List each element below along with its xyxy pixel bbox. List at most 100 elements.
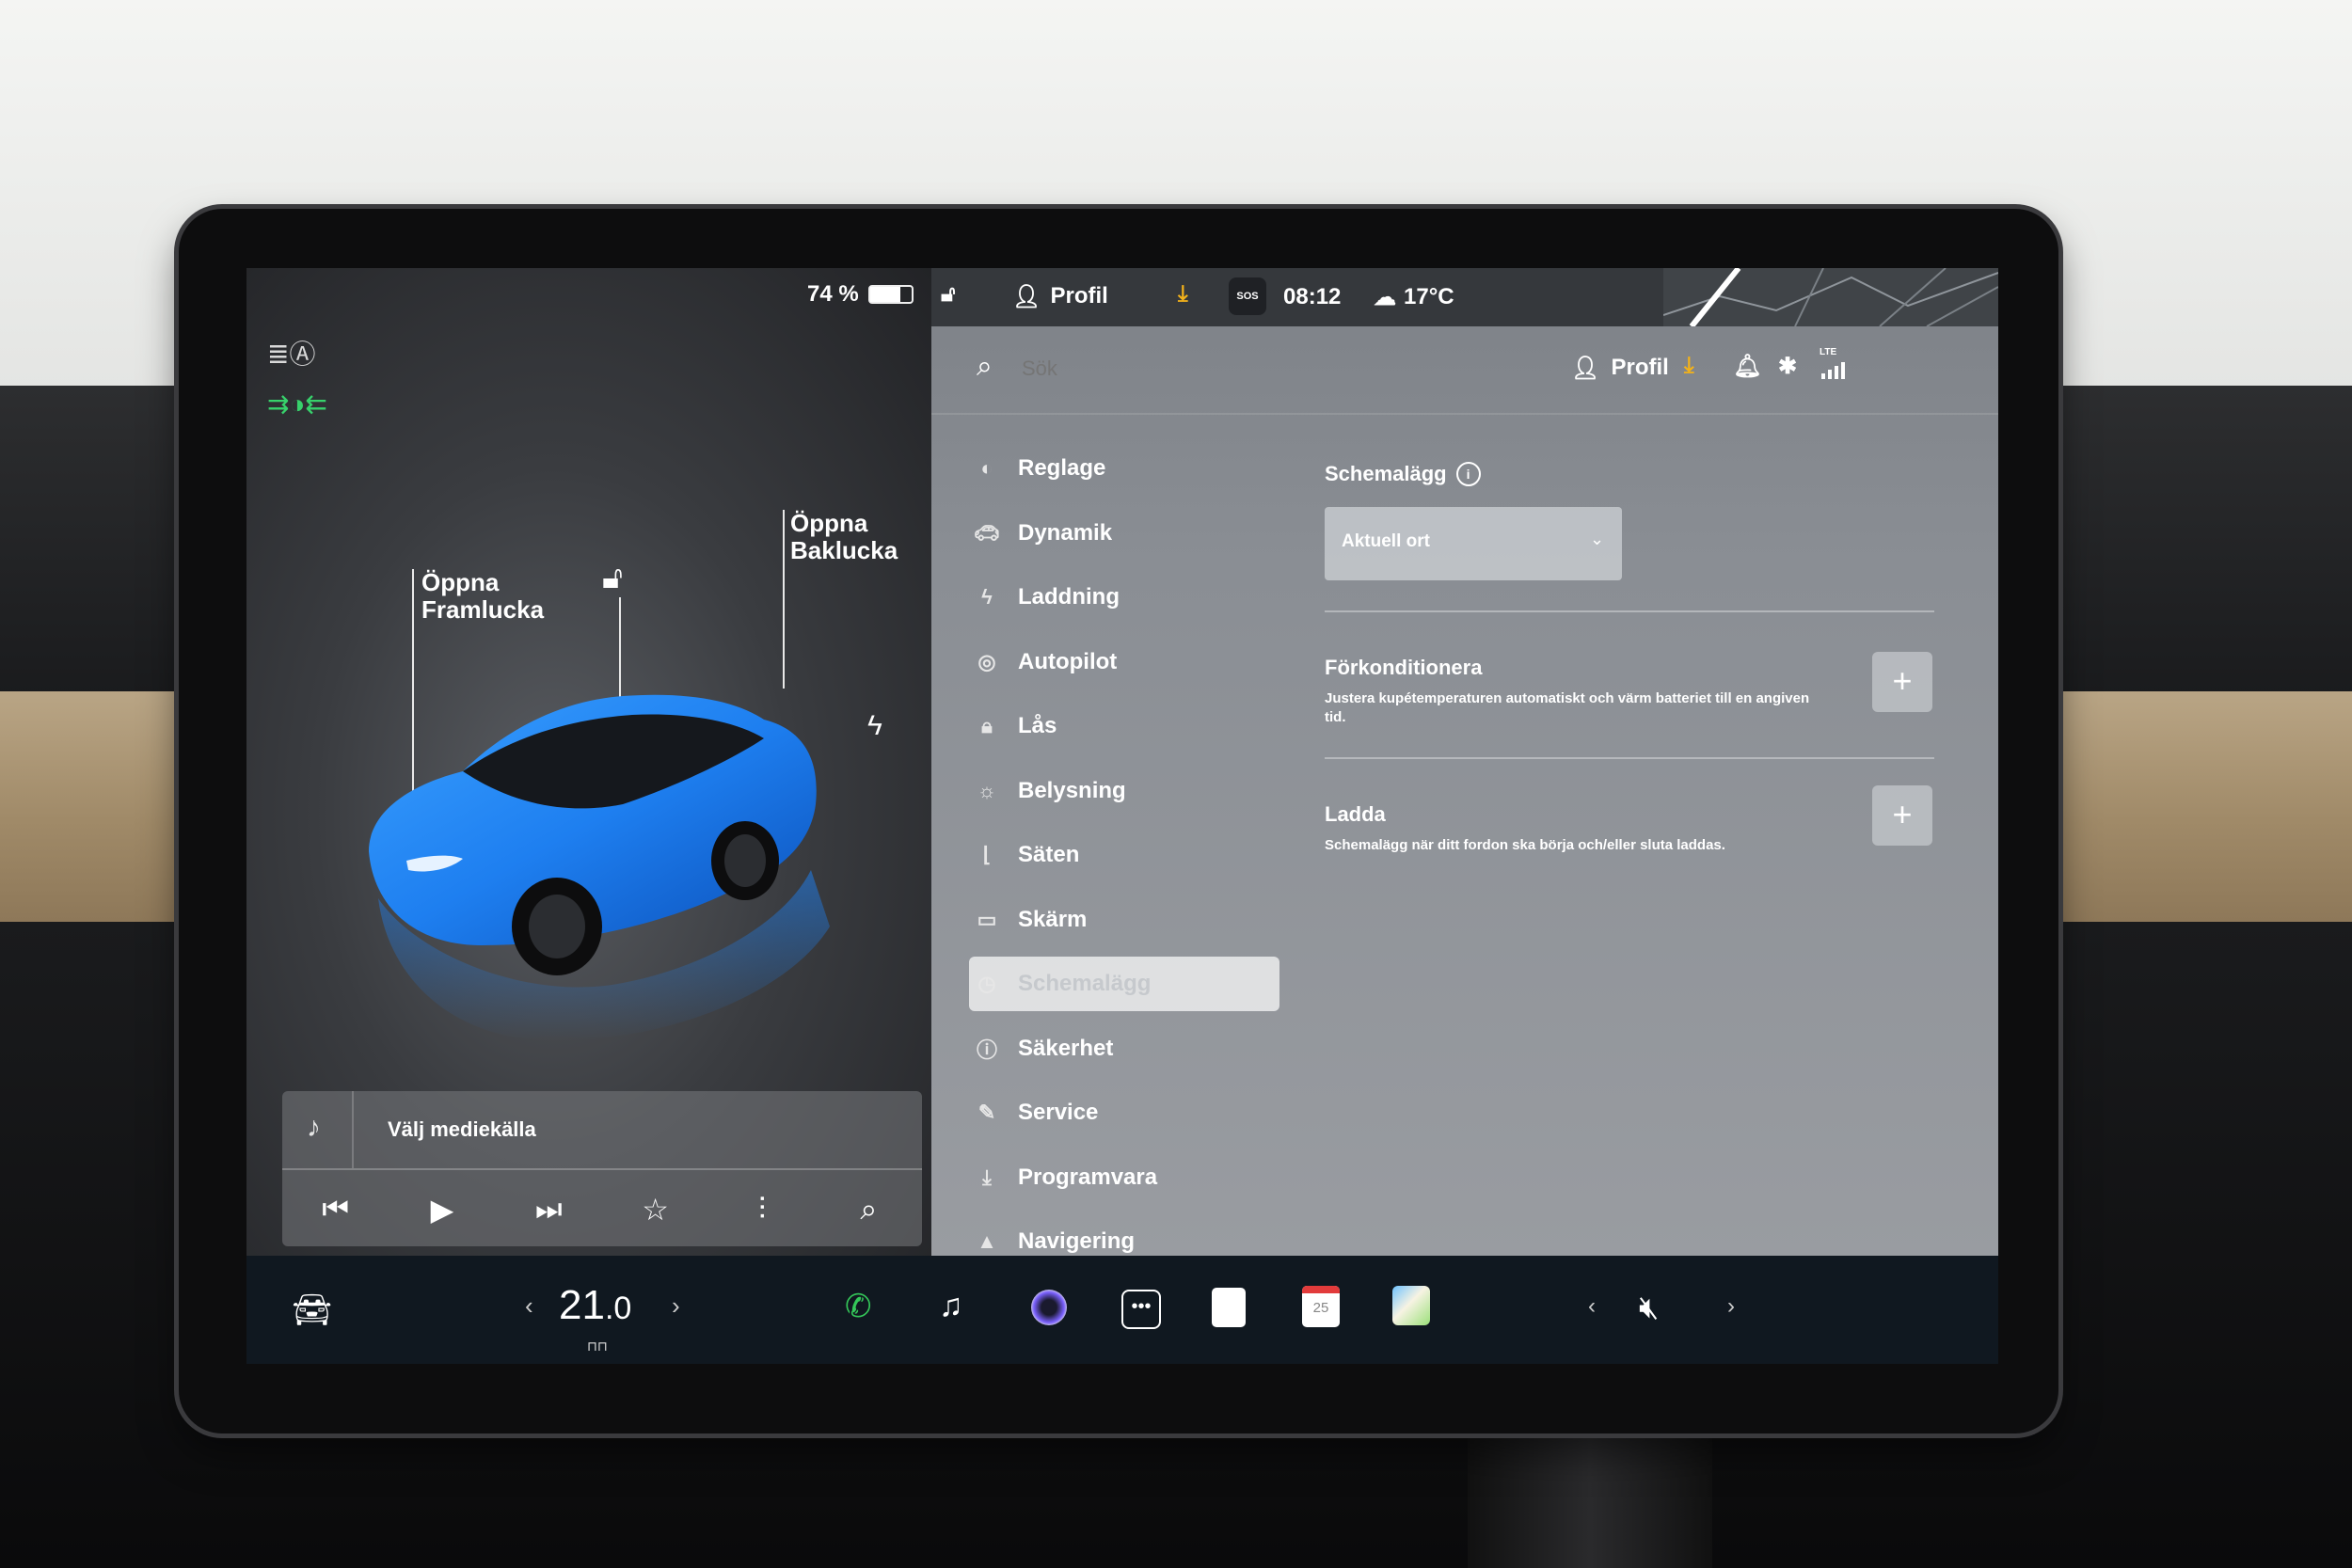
calendar-icon[interactable]: 25 [1302, 1286, 1340, 1327]
menu-item-2[interactable]: 🚗︎ Dynamik [969, 506, 1279, 561]
add-charge-schedule-button[interactable]: + [1872, 785, 1932, 846]
display-icon: ▭ [977, 907, 997, 931]
volume-down-button[interactable]: ‹ [1588, 1293, 1596, 1320]
climate-temp-integer: 21 [559, 1282, 605, 1328]
previous-icon[interactable]: ⏮︎ [308, 1192, 364, 1227]
trunk-callout-line1: Öppna [790, 509, 868, 537]
cloud-icon: ☁ [1374, 285, 1396, 310]
add-precondition-button[interactable]: + [1872, 652, 1932, 712]
precondition-title: Förkonditionera [1325, 656, 1483, 679]
search-magnifier-icon: ⌕ [977, 351, 993, 382]
menu-item-5[interactable]: 🔒︎ Lås [969, 699, 1279, 753]
sun-icon: ☼ [977, 778, 997, 802]
location-dropdown-value: Aktuell ort [1342, 531, 1430, 551]
location-dropdown[interactable]: Aktuell ort ⌄ [1325, 507, 1622, 580]
person-icon: 👤︎ [1012, 284, 1041, 309]
frunk-callout[interactable]: Öppna Framlucka [421, 569, 544, 624]
battery-fill [869, 287, 901, 302]
menu-item-7[interactable]: ⌊ Säten [969, 828, 1279, 882]
next-icon[interactable]: ⏭︎ [520, 1192, 577, 1227]
clock-icon: ◷ [977, 972, 996, 995]
phone-icon[interactable]: ✆ [845, 1288, 872, 1325]
frunk-callout-line1: Öppna [421, 568, 500, 596]
menu-item-4[interactable]: ◎ Autopilot [969, 635, 1279, 689]
media-source-row[interactable]: ♪ Välj mediekälla [282, 1091, 922, 1170]
camera-icon[interactable] [1031, 1290, 1067, 1325]
unlock-icon[interactable]: 🔓︎ [602, 560, 623, 596]
toggle-icon: ◐ [980, 456, 993, 480]
calendar-day: 25 [1312, 1300, 1329, 1316]
info-icon[interactable]: i [1455, 462, 1481, 486]
media-controls: ⏮︎ ▶ ⏭︎ ☆ ⫶ ⌕ [282, 1183, 922, 1235]
status-profile[interactable]: 👤︎ Profil [1012, 283, 1108, 310]
favorite-icon[interactable]: ☆ [628, 1192, 684, 1227]
menu-item-label: Skärm [1018, 906, 1088, 932]
temp-down-button[interactable]: ‹ [525, 1291, 533, 1321]
climate-temperature[interactable]: 21.0 [559, 1282, 631, 1329]
volume-up-button[interactable]: › [1727, 1293, 1735, 1320]
vehicle-pane: ≣Ⓐ ⇉◑⇇ 74 % Öppna Framlucka Öppna Bakluc… [246, 268, 931, 1256]
lock-icon: 🔒︎ [981, 714, 993, 737]
precondition-description: Justera kupétemperaturen automatiskt och… [1325, 690, 1810, 725]
seat-heater-icon[interactable]: ⊓⊓ [587, 1338, 608, 1354]
headlight-auto-icon[interactable]: ≣Ⓐ [267, 334, 315, 372]
trunk-callout[interactable]: Öppna Baklucka [790, 510, 898, 564]
menu-item-label: Autopilot [1018, 648, 1118, 674]
car-front-rim [529, 895, 585, 958]
menu-item-8[interactable]: ▭ Skärm [969, 893, 1279, 947]
bottom-bar: 🚘︎ ‹ 21.0 ⊓⊓ › ✆ ♫ ••• 25 ‹ 🔇︎ › [246, 1256, 1998, 1364]
climate-temp-decimal: .0 [604, 1291, 632, 1326]
bluetooth-icon[interactable]: ✱ [1778, 353, 1797, 380]
signal-icon [1821, 362, 1845, 379]
download-icon[interactable]: ⤓ [1684, 353, 1694, 379]
download-icon[interactable]: ⤓ [1178, 281, 1188, 308]
equalizer-icon[interactable]: ⫶ [734, 1192, 790, 1227]
music-icon[interactable]: ♫ [939, 1288, 963, 1324]
map-roads [1663, 268, 1998, 326]
temp-up-button[interactable]: › [672, 1291, 680, 1321]
charge-title: Ladda [1325, 802, 1386, 826]
play-icon[interactable]: ▶ [414, 1192, 470, 1227]
map-thumbnail[interactable] [1663, 268, 1998, 326]
mute-icon[interactable]: 🔇︎ [1639, 1290, 1659, 1326]
menu-item-6[interactable]: ☼ Belysning [969, 764, 1279, 818]
menu-item-label: Säten [1018, 842, 1080, 867]
search-profile[interactable]: 👤︎ Profil [1571, 355, 1669, 382]
settings-search-input[interactable] [1020, 349, 1306, 388]
menu-item-10[interactable]: ⓘ Säkerhet [969, 1022, 1279, 1076]
menu-item-11[interactable]: ✎ Service [969, 1085, 1279, 1140]
charge-port-icon[interactable]: ϟ [867, 710, 882, 742]
schedule-header: Schemalägg i [1325, 462, 1481, 486]
lock-status-icon[interactable]: 🔓︎ [941, 281, 956, 308]
wrench-icon: ✎ [977, 1101, 996, 1124]
menu-item-label: Säkerhet [1018, 1035, 1114, 1061]
menu-item-12[interactable]: ⤓ Programvara [969, 1150, 1279, 1205]
more-apps-icon[interactable]: ••• [1121, 1290, 1161, 1329]
toybox-icon[interactable] [1392, 1286, 1430, 1325]
navigation-icon: ▲ [977, 1229, 997, 1253]
outside-temperature-value: 17°C [1404, 284, 1454, 309]
calendar-header [1302, 1286, 1340, 1293]
notepad-icon[interactable] [1212, 1288, 1246, 1327]
music-note-icon: ♪ [307, 1112, 321, 1143]
status-bar: 🔓︎ 👤︎ Profil ⤓ SOS 08:12 ☁ 17°C [931, 268, 1998, 326]
menu-item-9[interactable]: ◷ Schemalägg [969, 957, 1279, 1011]
menu-item-label: Navigering [1018, 1228, 1136, 1254]
search-icon[interactable]: ⌕ [840, 1192, 897, 1227]
bolt-icon: ϟ [981, 585, 993, 609]
car-illustration [369, 694, 830, 1041]
frunk-callout-line2: Framlucka [421, 595, 545, 624]
media-divider [352, 1091, 354, 1168]
menu-item-3[interactable]: ϟ Laddning [969, 570, 1279, 625]
menu-item-label: Dynamik [1018, 519, 1113, 546]
car-controls-icon[interactable]: 🚘︎ [292, 1291, 332, 1329]
menu-item-1[interactable]: ◐ Reglage [969, 441, 1279, 496]
search-row: ⌕ 👤︎ Profil ⤓ 🔔︎ ✱ LTE [931, 326, 1998, 415]
parking-lights-icon[interactable]: ⇉◑⇇ [267, 388, 327, 420]
sos-button[interactable]: SOS [1229, 277, 1266, 315]
menu-item-label: Lås [1018, 713, 1057, 738]
media-source-label: Välj mediekälla [388, 1117, 536, 1141]
notification-bell-icon[interactable]: 🔔︎ [1733, 353, 1761, 380]
battery-percent: 74 % [807, 281, 859, 307]
schedule-title: Schemalägg [1325, 462, 1447, 485]
